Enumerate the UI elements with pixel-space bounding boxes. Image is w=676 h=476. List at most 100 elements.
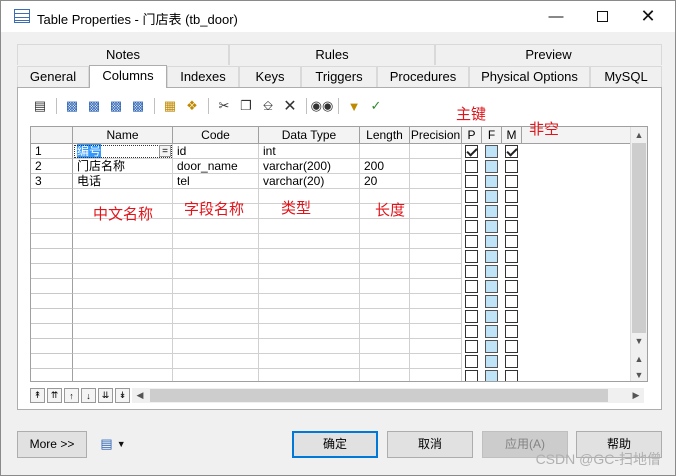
cell-type[interactable] [259, 234, 360, 249]
cell-code[interactable] [173, 234, 259, 249]
add-row-icon[interactable]: ▩ [84, 96, 104, 116]
move-up-icon[interactable]: ↑ [64, 388, 79, 403]
checkbox-f[interactable] [485, 355, 498, 368]
cell-precision[interactable] [410, 174, 462, 189]
header-name[interactable]: Name [73, 127, 173, 144]
cell-name[interactable] [73, 324, 173, 339]
header-m[interactable]: M [502, 127, 522, 144]
paste-icon[interactable]: ⎒ [258, 96, 278, 116]
cell-length[interactable] [360, 354, 410, 369]
checkbox-p[interactable] [465, 235, 478, 248]
select-in-list-icon[interactable]: ▦ [160, 96, 180, 116]
checkbox-f[interactable] [485, 220, 498, 233]
checkbox-m[interactable] [505, 235, 518, 248]
checkbox-m[interactable] [505, 340, 518, 353]
checkbox-m[interactable] [505, 175, 518, 188]
cell-length[interactable] [360, 144, 410, 159]
ok-button[interactable]: 确定 [292, 431, 378, 458]
tab-mysql[interactable]: MySQL [590, 66, 662, 87]
properties-icon[interactable]: ▤ [30, 96, 50, 116]
cell-name[interactable] [73, 189, 173, 204]
cell-code[interactable] [173, 324, 259, 339]
header-p[interactable]: P [462, 127, 482, 144]
filter-clear-icon[interactable]: ✓ [366, 96, 386, 116]
cell-name[interactable] [73, 279, 173, 294]
checkbox-f[interactable] [485, 295, 498, 308]
tab-notes[interactable]: Notes [17, 44, 229, 65]
cell-name[interactable]: 电话 [73, 174, 173, 189]
scroll-top-icon[interactable]: ▲ [631, 351, 647, 367]
checkbox-m[interactable] [505, 355, 518, 368]
header-code[interactable]: Code [173, 127, 259, 144]
checkbox-m[interactable] [505, 160, 518, 173]
cell-length[interactable]: 200 [360, 159, 410, 174]
checkbox-f[interactable] [485, 250, 498, 263]
cell-precision[interactable] [410, 249, 462, 264]
row-number[interactable] [31, 309, 73, 324]
checkbox-f[interactable] [485, 205, 498, 218]
delete-icon[interactable]: ✕ [280, 96, 300, 116]
checkbox-f[interactable] [485, 160, 498, 173]
cell-code[interactable] [173, 279, 259, 294]
cell-name[interactable] [73, 234, 173, 249]
move-down-icon[interactable]: ↓ [81, 388, 96, 403]
header-f[interactable]: F [482, 127, 502, 144]
checkbox-m[interactable] [505, 220, 518, 233]
cell-precision[interactable] [410, 204, 462, 219]
tab-preview[interactable]: Preview [435, 44, 662, 65]
cell-type[interactable]: varchar(20) [259, 174, 360, 189]
checkbox-m[interactable] [505, 250, 518, 263]
move-bottom-icon[interactable]: ↡ [115, 388, 130, 403]
cell-type[interactable] [259, 294, 360, 309]
checkbox-p[interactable] [465, 280, 478, 293]
row-number[interactable] [31, 249, 73, 264]
header-precision[interactable]: Precision [410, 127, 462, 144]
cell-type[interactable] [259, 369, 360, 381]
cell-code[interactable]: id [173, 144, 259, 159]
row-number[interactable] [31, 369, 73, 381]
cell-precision[interactable] [410, 354, 462, 369]
cell-code[interactable] [173, 369, 259, 381]
checkbox-f[interactable] [485, 310, 498, 323]
cell-precision[interactable] [410, 324, 462, 339]
horizontal-scrollbar[interactable]: ◀ ▶ [132, 388, 644, 403]
checkbox-p[interactable] [465, 310, 478, 323]
cell-type[interactable] [259, 339, 360, 354]
cell-length[interactable] [360, 219, 410, 234]
horizontal-scroll-thumb[interactable] [150, 389, 608, 402]
move-top-icon[interactable]: ↟ [30, 388, 45, 403]
cell-precision[interactable] [410, 294, 462, 309]
cell-code[interactable] [173, 219, 259, 234]
cell-name[interactable] [73, 369, 173, 381]
add-columns-icon[interactable]: ▩ [106, 96, 126, 116]
tab-physical-options[interactable]: Physical Options [469, 66, 590, 87]
tab-indexes[interactable]: Indexes [167, 66, 239, 87]
checkbox-f[interactable] [485, 190, 498, 203]
cell-name[interactable] [73, 354, 173, 369]
cell-type[interactable] [259, 264, 360, 279]
cell-precision[interactable] [410, 144, 462, 159]
checkbox-f[interactable] [485, 235, 498, 248]
checkbox-p[interactable] [465, 370, 478, 381]
cell-precision[interactable] [410, 339, 462, 354]
more-button[interactable]: More >> [17, 431, 87, 458]
cell-length[interactable] [360, 294, 410, 309]
checkbox-p[interactable] [465, 205, 478, 218]
scroll-bottom-icon[interactable]: ▼ [631, 367, 647, 381]
cell-length[interactable] [360, 309, 410, 324]
cell-length[interactable] [360, 324, 410, 339]
cell-code[interactable] [173, 354, 259, 369]
tab-procedures[interactable]: Procedures [377, 66, 469, 87]
row-number[interactable] [31, 234, 73, 249]
tab-general[interactable]: General [17, 66, 89, 87]
minimize-button[interactable]: — [533, 1, 579, 32]
cell-type[interactable]: int [259, 144, 360, 159]
checkbox-f[interactable] [485, 325, 498, 338]
cell-code[interactable]: door_name [173, 159, 259, 174]
checkbox-f[interactable] [485, 265, 498, 278]
checkbox-m[interactable] [505, 205, 518, 218]
cell-name[interactable] [73, 294, 173, 309]
checkbox-m[interactable] [505, 310, 518, 323]
cell-precision[interactable] [410, 159, 462, 174]
tab-triggers[interactable]: Triggers [301, 66, 377, 87]
